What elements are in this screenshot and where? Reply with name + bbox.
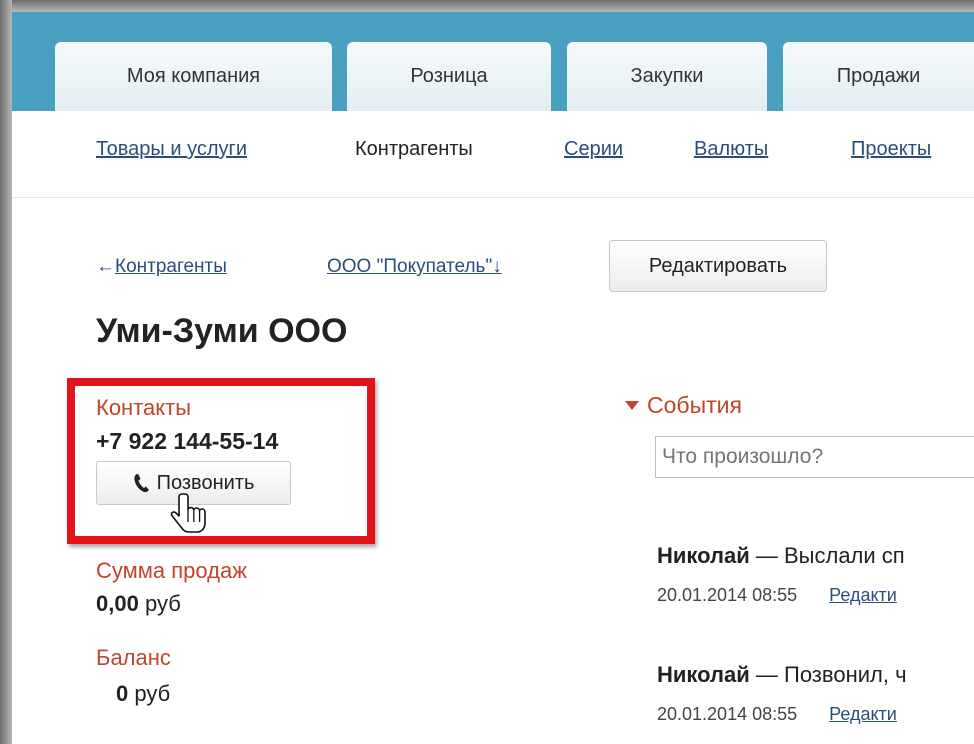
breadcrumb-back-label: Контрагенты [115, 256, 227, 277]
events-toggle[interactable]: События [625, 392, 742, 419]
edit-button-label: Редактировать [648, 254, 788, 277]
caret-down-icon [625, 401, 639, 410]
subnav-counterparties[interactable]: Контрагенты [355, 138, 473, 161]
subnav-goods-services[interactable]: Товары и услуги [96, 138, 247, 161]
tab-label: Розница [410, 65, 488, 87]
tab-label: Закупки [630, 65, 704, 87]
event-edit-link[interactable]: Редакти [829, 704, 897, 724]
tab-label: Моя компания [126, 65, 261, 87]
subnav-currencies[interactable]: Валюты [694, 138, 768, 161]
event-meta: 20.01.2014 08:55 Редакти [657, 704, 897, 725]
subnav-projects[interactable]: Проекты [851, 138, 931, 161]
breadcrumb-organization-dropdown[interactable]: ООО "Покупатель"↓ [327, 256, 502, 278]
event-text: Позвонил, ч [784, 662, 907, 687]
event-date: 20.01.2014 08:55 [657, 704, 798, 724]
sales-sum-amount: 0,00 [96, 591, 139, 616]
balance-value: 0 руб [116, 681, 170, 707]
event-separator: — [749, 543, 784, 568]
tab-sales[interactable]: Продажи [783, 42, 974, 111]
event-date: 20.01.2014 08:55 [657, 585, 798, 605]
event-input[interactable] [655, 436, 974, 478]
event-separator: — [749, 662, 784, 687]
breadcrumb-back[interactable]: ←Контрагенты [96, 256, 227, 278]
balance-label: Баланс [96, 645, 171, 670]
event-author: Николай [657, 543, 750, 568]
app-window: Моя компания Розница Закупки Продажи Тов… [0, 0, 974, 744]
window-edge-left [0, 0, 12, 744]
highlight-frame [67, 378, 375, 544]
window-edge-top [0, 0, 974, 12]
tab-label: Продажи [836, 65, 921, 87]
page-title: Уми-Зуми ООО [96, 312, 348, 350]
edit-button[interactable]: Редактировать [609, 240, 827, 292]
balance-currency: руб [134, 681, 171, 706]
back-arrow-icon: ← [96, 256, 115, 277]
hand-cursor-icon [170, 493, 206, 533]
event-author: Николай [657, 662, 750, 687]
sales-sum-currency: руб [144, 591, 181, 616]
tab-my-company[interactable]: Моя компания [55, 42, 332, 111]
tab-purchases[interactable]: Закупки [567, 42, 767, 111]
events-header: События [647, 392, 742, 418]
subnav-series[interactable]: Серии [564, 138, 623, 161]
event-edit-link[interactable]: Редакти [829, 585, 897, 605]
balance-amount: 0 [116, 681, 129, 706]
sales-sum-label: Сумма продаж [96, 558, 247, 583]
event-item: Николай — Выслали сп [657, 543, 905, 569]
tab-retail[interactable]: Розница [347, 42, 551, 111]
event-meta: 20.01.2014 08:55 Редакти [657, 585, 897, 606]
sales-sum-value: 0,00 руб [96, 591, 181, 617]
event-item: Николай — Позвонил, ч [657, 662, 907, 688]
event-text: Выслали сп [784, 543, 905, 568]
